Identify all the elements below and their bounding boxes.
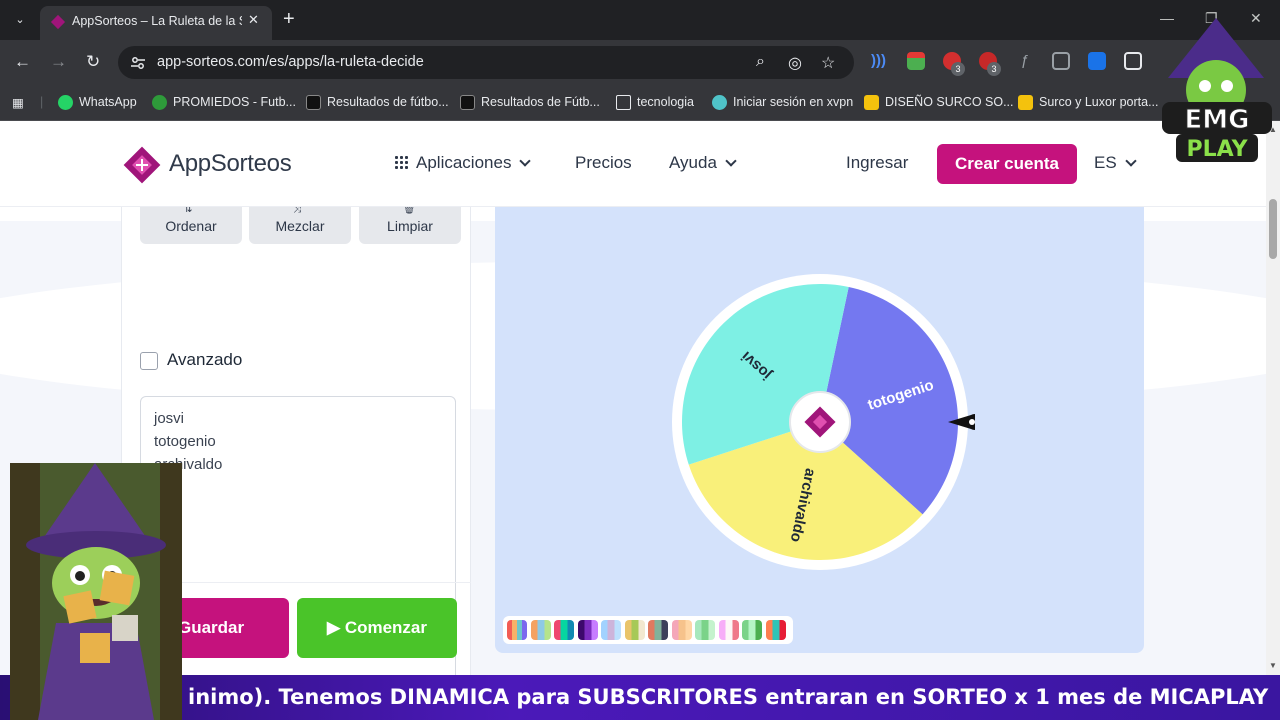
grid-icon [394,155,408,169]
palette-swatch[interactable] [671,620,692,640]
nav-pricing[interactable]: Precios [575,153,632,173]
bookmark-item[interactable]: tecnologia [616,93,694,111]
extension-blue-icon[interactable] [1088,52,1106,70]
clear-button[interactable]: 🗑 Limpiar [359,204,461,244]
url-text: app-sorteos.com/es/apps/la-ruleta-decide [157,54,424,70]
wheel-panel: totogenio archivaldo josvi [495,207,1144,653]
palette-swatch[interactable] [554,620,574,640]
nav-help[interactable]: Ayuda [669,153,737,173]
new-tab-button[interactable]: + [283,8,295,30]
bookmark-star-icon[interactable]: ☆ [821,53,835,73]
scroll-thumb[interactable] [1269,199,1277,259]
chevron-down-icon [725,155,737,167]
results-icon [460,94,475,110]
folder-icon [616,94,631,110]
emg-play-logo: EMG PLAY [1162,18,1272,162]
extension-badge: 3 [951,62,965,76]
forward-button[interactable]: → [50,51,67,73]
palette-swatch[interactable] [624,620,645,640]
palette-swatch[interactable] [742,620,762,640]
wizard-illustration [10,463,182,720]
palette-swatch[interactable] [695,620,715,640]
apps-grid-icon[interactable]: ▦ [12,93,24,111]
save-button[interactable]: Guardar [168,598,289,658]
extension-wave-icon[interactable]: ))) [871,52,889,70]
tracking-eye-icon[interactable]: ◎ [788,53,802,73]
chevron-down-icon [1125,155,1137,167]
banner-text: inimo). Tenemos DINAMICA para SUBSCRITOR… [188,685,1269,709]
extension-flag-icon[interactable] [907,52,925,70]
bookmark-item[interactable]: WhatsApp [58,93,137,111]
appsorteos-logo[interactable] [121,144,163,186]
appsorteos-favicon [50,14,66,30]
scroll-down-arrow[interactable]: ▼ [1269,661,1277,670]
slides-icon [864,94,879,110]
bookmarks-divider: | [40,95,44,109]
name-entry: totogenio [154,433,216,450]
extensions-puzzle-icon[interactable] [1124,52,1142,70]
extension-leaf-icon[interactable]: ƒ [1016,52,1034,70]
tab-search-button[interactable]: ⌄ [8,8,32,32]
cast-icon[interactable] [1052,52,1070,70]
shuffle-button[interactable]: ⤨ Mezclar [249,204,351,244]
browser-toolbar: ← → ↻ app-sorteos.com/es/apps/la-ruleta-… [0,40,1280,84]
sort-button[interactable]: ⇅ Ordenar [140,204,242,244]
extension-badge: 3 [987,62,1001,76]
results-icon [306,94,321,110]
name-entry: josvi [154,410,185,427]
signup-button[interactable]: Crear cuenta [937,144,1077,184]
login-link[interactable]: Ingresar [846,153,908,173]
nav-apps[interactable]: Aplicaciones [394,153,532,173]
reload-button[interactable]: ↻ [86,51,100,73]
slides-icon [1018,94,1033,110]
tab-close-icon[interactable]: ✕ [248,12,259,28]
name-entry: archivaldo [154,456,223,473]
bookmark-item[interactable]: Resultados de fútbo... [306,93,449,111]
palette-swatch[interactable] [577,620,598,640]
wizard-avatar [10,463,182,720]
bookmark-item[interactable]: Iniciar sesión en xvpn [712,93,853,111]
emg-logo-text: EMG [1185,105,1250,135]
chevron-down-icon [519,155,532,167]
emg-logo-play-text: PLAY [1187,137,1249,162]
site-header: AppSorteos Aplicaciones Precios Ayuda In… [0,121,1266,207]
zoom-icon[interactable]: ⌕ [756,53,765,71]
palette-swatch[interactable] [601,620,621,640]
palette-swatch[interactable] [718,620,739,640]
address-bar[interactable]: app-sorteos.com/es/apps/la-ruleta-decide… [118,46,854,79]
palette-swatch[interactable] [507,620,527,640]
browser-titlebar: ⌄ AppSorteos – La Ruleta de la Suerte ✕ … [0,0,1280,40]
palette-swatch[interactable] [765,620,786,640]
page-scrollbar[interactable]: ▲ ▼ [1266,121,1280,675]
advanced-label: Avanzado [167,350,243,369]
bookmarks-bar: ▦ | WhatsApp PROMIEDOS - Futb... Resulta… [0,84,1280,121]
tab-title: AppSorteos – La Ruleta de la Suerte [72,14,242,28]
color-palette-bar [503,616,793,644]
bookmark-item[interactable]: Surco y Luxor porta... [1018,93,1159,111]
stream-banner: inimo). Tenemos DINAMICA para SUBSCRITOR… [0,675,1280,720]
site-settings-icon[interactable] [130,55,146,71]
back-button[interactable]: ← [14,51,31,73]
xvpn-icon [712,94,727,110]
bookmark-item[interactable]: PROMIEDOS - Futb... [152,93,296,111]
prize-wheel[interactable]: totogenioarchivaldojosvi [665,267,975,577]
promiedos-icon [152,94,167,110]
palette-swatch[interactable] [648,620,668,640]
whatsapp-icon [58,94,73,110]
bookmark-item[interactable]: DISEÑO SURCO SO... [864,93,1014,111]
start-button[interactable]: ▶ Comenzar [297,598,457,658]
browser-tab[interactable]: AppSorteos – La Ruleta de la Suerte ✕ [40,6,272,40]
palette-swatch[interactable] [530,620,551,640]
bookmark-item[interactable]: Resultados de Fútb... [460,93,600,111]
language-select[interactable]: ES [1094,153,1137,173]
play-icon: ▶ [327,618,341,637]
advanced-checkbox[interactable] [140,352,158,370]
brand-name[interactable]: AppSorteos [169,150,292,178]
